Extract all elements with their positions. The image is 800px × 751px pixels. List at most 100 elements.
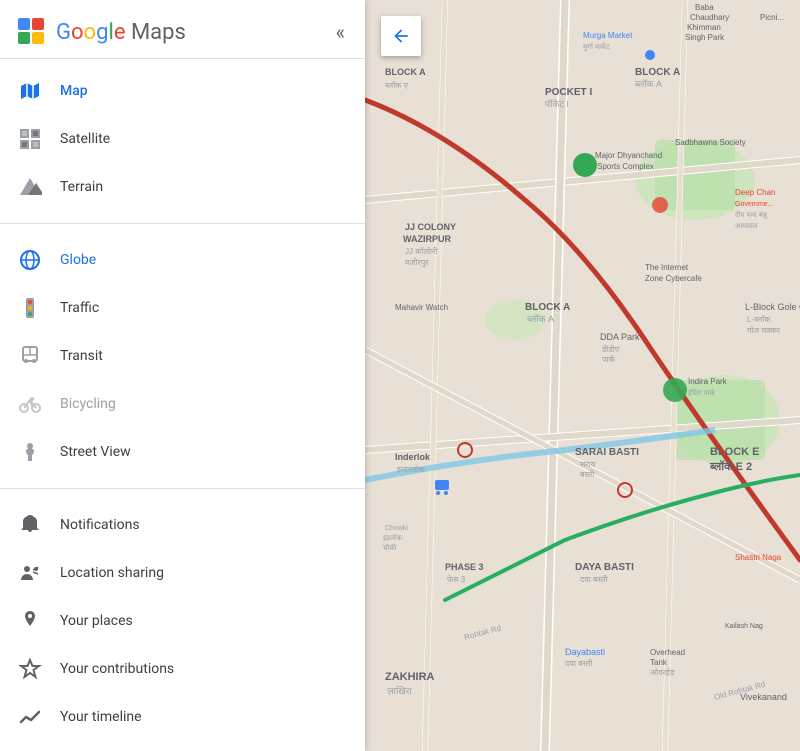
svg-text:पार्क: पार्क	[602, 354, 616, 364]
app-container: Google Maps « Map	[0, 0, 800, 751]
google-maps-logo-icon	[16, 16, 48, 48]
svg-text:PHASE 3: PHASE 3	[445, 562, 484, 572]
bell-icon	[16, 511, 44, 539]
sidebar-item-bicycling[interactable]: Bicycling	[0, 380, 365, 428]
pin-icon	[16, 607, 44, 635]
svg-text:दीप चन्द बन्नू: दीप चन्द बन्नू	[735, 210, 768, 219]
svg-text:Dayabasti: Dayabasti	[565, 647, 605, 657]
svg-text:DDA Park: DDA Park	[600, 332, 640, 342]
svg-text:मुर्गा मार्केट: मुर्गा मार्केट	[583, 42, 610, 51]
your-timeline-label: Your timeline	[60, 709, 142, 725]
svg-text:Tank: Tank	[650, 658, 668, 667]
svg-text:BLOCK A: BLOCK A	[385, 67, 426, 77]
sidebar-item-terrain[interactable]: Terrain	[0, 163, 365, 211]
svg-text:ज़ाखिरा: ज़ाखिरा	[387, 685, 412, 696]
svg-text:इंद्रलोक: इंद्रलोक	[383, 533, 403, 542]
map-area[interactable]: BLOCK A ब्लॉक ए POCKET I पॉकेट I BLOCK A…	[365, 0, 800, 751]
tools-section: Notifications Location sharing	[0, 493, 365, 751]
traffic-icon	[16, 294, 44, 322]
svg-text:SARAI BASTI: SARAI BASTI	[575, 447, 639, 458]
sidebar-header: Google Maps «	[0, 0, 365, 59]
svg-text:ब्लॉक E 2: ब्लॉक E 2	[709, 460, 752, 473]
divider-1	[0, 223, 365, 224]
svg-text:अस्पताल: अस्पताल	[735, 223, 758, 230]
satellite-label: Satellite	[60, 131, 110, 147]
svg-text:Khimman: Khimman	[687, 23, 721, 32]
svg-text:BLOCK E: BLOCK E	[710, 446, 760, 458]
sidebar: Google Maps « Map	[0, 0, 365, 751]
svg-text:Indira Park: Indira Park	[688, 377, 728, 386]
satellite-icon	[16, 125, 44, 153]
svg-text:इंदिरा पार्क: इंदिरा पार्क	[688, 388, 715, 397]
svg-text:Sports Complex: Sports Complex	[597, 162, 654, 171]
collapse-sidebar-button[interactable]: «	[332, 16, 349, 48]
svg-text:ब्लॉक ए: ब्लॉक ए	[385, 81, 409, 90]
svg-text:दया बस्ती: दया बस्ती	[580, 574, 608, 584]
terrain-label: Terrain	[60, 179, 103, 195]
svg-text:BLOCK A: BLOCK A	[525, 302, 570, 313]
svg-text:Vivekanand: Vivekanand	[740, 692, 787, 702]
svg-text:Inderlok: Inderlok	[395, 452, 431, 462]
svg-text:Picni...: Picni...	[760, 13, 784, 22]
svg-text:Murga Market: Murga Market	[583, 31, 633, 40]
timeline-icon	[16, 703, 44, 731]
back-arrow-icon	[391, 26, 411, 46]
svg-text:चौकी: चौकी	[383, 543, 397, 552]
streetview-label: Street View	[60, 444, 131, 460]
sidebar-item-streetview[interactable]: Street View	[0, 428, 365, 476]
map-icon	[16, 77, 44, 105]
svg-text:Baba: Baba	[695, 3, 714, 12]
sidebar-item-your-contributions[interactable]: Your contributions	[0, 645, 365, 693]
view-modes-section: Globe Traffic	[0, 228, 365, 484]
sidebar-item-transit[interactable]: Transit	[0, 332, 365, 380]
svg-text:ZAKHIRA: ZAKHIRA	[385, 671, 435, 683]
sidebar-item-your-data[interactable]: Your data in Maps	[0, 741, 365, 751]
sidebar-item-location-sharing[interactable]: Location sharing	[0, 549, 365, 597]
sidebar-item-your-timeline[interactable]: Your timeline	[0, 693, 365, 741]
sidebar-item-map[interactable]: Map	[0, 67, 365, 115]
svg-text:JJ कॉलोनी: JJ कॉलोनी	[405, 246, 438, 256]
terrain-icon	[16, 173, 44, 201]
your-contributions-label: Your contributions	[60, 661, 174, 677]
sidebar-item-traffic[interactable]: Traffic	[0, 284, 365, 332]
svg-text:वज़ीरपुर: वज़ीरपुर	[405, 257, 429, 268]
sidebar-item-your-places[interactable]: Your places	[0, 597, 365, 645]
svg-text:बस्ती: बस्ती	[580, 469, 595, 479]
svg-text:Mahavir Watch: Mahavir Watch	[395, 303, 448, 312]
globe-icon	[16, 246, 44, 274]
svg-text:फेस 3: फेस 3	[447, 574, 466, 584]
svg-text:L-Block Gole C: L-Block Gole C	[745, 302, 800, 312]
svg-text:गोल चक्कर: गोल चक्कर	[747, 325, 781, 335]
map-types-section: Map Satellite	[0, 59, 365, 219]
svg-text:BLOCK A: BLOCK A	[635, 67, 680, 78]
map-back-button[interactable]	[381, 16, 421, 56]
svg-text:Kailash Nag: Kailash Nag	[725, 623, 763, 630]
bicycling-icon	[16, 390, 44, 418]
app-title: Google Maps	[56, 20, 186, 45]
svg-text:Sadbhawna Society: Sadbhawna Society	[675, 138, 746, 147]
svg-text:ओवरहेड: ओवरहेड	[650, 667, 675, 677]
sidebar-item-notifications[interactable]: Notifications	[0, 501, 365, 549]
sidebar-item-satellite[interactable]: Satellite	[0, 115, 365, 163]
svg-text:दया बस्ती: दया बस्ती	[565, 658, 593, 668]
svg-text:DAYA BASTI: DAYA BASTI	[575, 562, 634, 573]
svg-text:ब्लॉक A: ब्लॉक A	[527, 314, 554, 324]
svg-text:Zone Cybercafe: Zone Cybercafe	[645, 274, 702, 283]
svg-text:Singh Park: Singh Park	[685, 33, 725, 42]
svg-text:WAZIRPUR: WAZIRPUR	[403, 234, 451, 244]
globe-label: Globe	[60, 252, 96, 268]
svg-text:सराय: सराय	[580, 460, 596, 469]
transit-label: Transit	[60, 348, 103, 364]
svg-text:पॉकेट I: पॉकेट I	[545, 98, 569, 109]
location-sharing-label: Location sharing	[60, 565, 164, 581]
svg-text:Chowki: Chowki	[385, 525, 408, 532]
notifications-label: Notifications	[60, 517, 140, 533]
sidebar-item-globe[interactable]: Globe	[0, 236, 365, 284]
svg-text:इन्दरलोक: इन्दरलोक	[397, 464, 425, 474]
logo-area: Google Maps	[16, 16, 186, 48]
svg-text:Major Dhyanchand: Major Dhyanchand	[595, 151, 662, 160]
svg-text:डीडीए: डीडीए	[601, 344, 620, 354]
svg-text:Governme...: Governme...	[735, 201, 774, 208]
svg-text:JJ COLONY: JJ COLONY	[405, 222, 456, 232]
divider-2	[0, 488, 365, 489]
